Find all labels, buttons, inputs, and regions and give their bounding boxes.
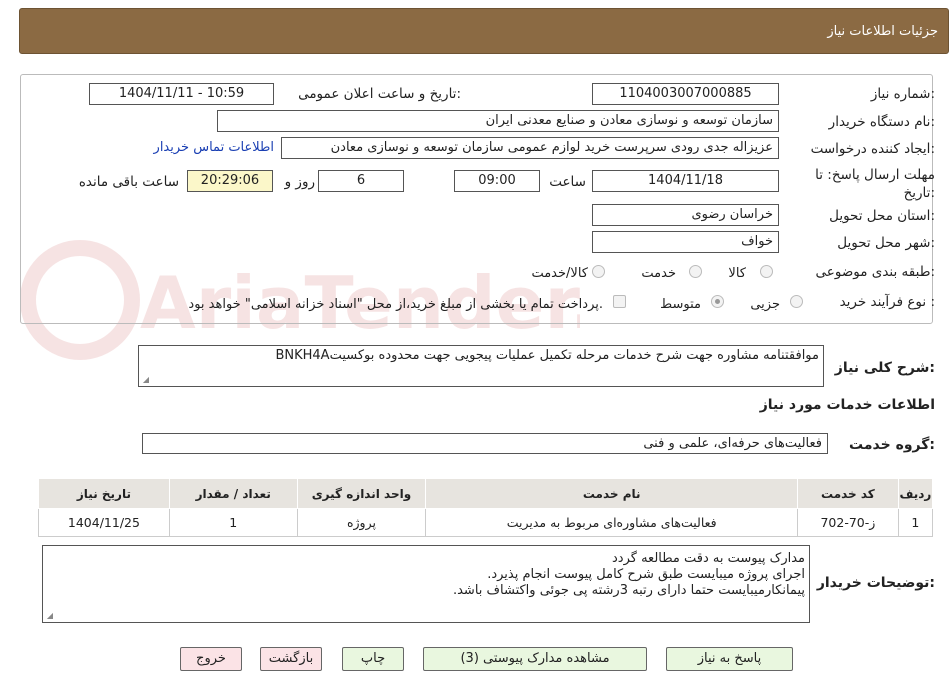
- resize-grip-icon[interactable]: ◢: [141, 376, 149, 384]
- table-row: 1 ز-70-702 فعالیت‌های مشاوره‌ای مربوط به…: [38, 508, 934, 537]
- print-button[interactable]: چاپ: [342, 647, 404, 671]
- category-option-goods-service: کالا/خدمت: [531, 266, 588, 281]
- need-number-label: شماره نیاز:: [870, 86, 935, 102]
- buyer-org-label: نام دستگاه خریدار:: [828, 114, 935, 130]
- cell-service-name: فعالیت‌های مشاوره‌ای مربوط به مدیریت: [425, 508, 799, 537]
- service-group-label: گروه خدمت:: [849, 437, 935, 453]
- remaining-time-label: ساعت باقی مانده: [78, 174, 179, 190]
- service-group-field: فعالیت‌های حرفه‌ای، علمی و فنی: [142, 433, 828, 454]
- deadline-label: مهلت ارسال پاسخ: تا تاریخ:: [815, 167, 935, 201]
- table-header-row: ردیف کد خدمت نام خدمت واحد اندازه گیری ت…: [38, 478, 934, 509]
- page-header: جزئیات اطلاعات نیاز: [19, 8, 949, 54]
- exit-button[interactable]: خروج: [180, 647, 242, 671]
- column-header: تاریخ نیاز: [38, 478, 170, 509]
- column-header: کد خدمت: [797, 478, 899, 509]
- city-field: خواف: [592, 231, 779, 253]
- summary-text: موافقتنامه مشاوره جهت شرح خدمات مرحله تک…: [275, 348, 819, 363]
- resize-grip-icon[interactable]: ◢: [45, 612, 53, 620]
- city-label: شهر محل تحویل:: [837, 235, 935, 251]
- column-header: واحد اندازه گیری: [296, 478, 427, 509]
- buyer-note-line: پیمانکارمیبایست حتما دارای رتبه 3رشته پی…: [452, 583, 805, 598]
- treasury-note: پرداخت تمام یا بخشی از مبلغ خرید،از محل …: [188, 297, 603, 312]
- deadline-date-field: 1404/11/18: [592, 170, 779, 192]
- purchase-type-radio-minor[interactable]: [790, 295, 803, 308]
- purchase-type-label: نوع فرآیند خرید :: [839, 294, 935, 310]
- column-header: تعداد / مقدار: [168, 478, 298, 509]
- deadline-time-label: ساعت: [549, 174, 586, 190]
- buyer-org-field: سازمان توسعه و نوسازی معادن و صنایع معدن…: [217, 110, 779, 132]
- buyer-contact-link[interactable]: اطلاعات تماس خریدار: [154, 140, 274, 155]
- purchase-type-radio-medium[interactable]: [711, 295, 724, 308]
- announce-date-field: 1404/11/11 - 10:59: [89, 83, 274, 105]
- services-table: ردیف کد خدمت نام خدمت واحد اندازه گیری ت…: [38, 478, 934, 537]
- requester-field: عزیزاله جدی رودی سرپرست خرید لوازم عمومی…: [281, 137, 779, 159]
- category-option-goods: کالا: [728, 266, 746, 281]
- column-header: ردیف: [897, 478, 934, 509]
- summary-label: شرح کلی نیاز:: [834, 360, 935, 376]
- cell-need-date: 1404/11/25: [38, 508, 170, 537]
- buyer-note-line: اجرای پروژه میبایست طبق شرح کامل پیوست ا…: [487, 567, 805, 582]
- requester-label: ایجاد کننده درخواست:: [810, 141, 935, 157]
- buyer-notes-textarea: مدارک پیوست به دقت مطالعه گردد اجرای پرو…: [42, 545, 810, 623]
- buyer-notes-label: توضیحات خریدار:: [816, 575, 935, 591]
- services-section-title: اطلاعات خدمات مورد نیاز: [759, 397, 935, 413]
- remaining-time-field: 20:29:06: [187, 170, 273, 192]
- cell-row-number: 1: [897, 508, 934, 537]
- buyer-note-line: مدارک پیوست به دقت مطالعه گردد: [612, 551, 805, 566]
- category-radio-goods-service[interactable]: [592, 265, 605, 278]
- cell-service-code: ز-70-702: [797, 508, 899, 537]
- treasury-checkbox[interactable]: [613, 295, 626, 308]
- purchase-type-option-medium: متوسط: [660, 297, 701, 312]
- days-label: روز و: [284, 174, 315, 190]
- back-button[interactable]: بازگشت: [260, 647, 322, 671]
- need-number-field: 1104003007000885: [592, 83, 779, 105]
- province-field: خراسان رضوی: [592, 204, 779, 226]
- days-remaining-field: 6: [318, 170, 404, 192]
- province-label: استان محل تحویل:: [829, 208, 935, 224]
- cell-quantity: 1: [168, 508, 298, 537]
- column-header: نام خدمت: [425, 478, 799, 509]
- category-option-service: خدمت: [641, 266, 676, 281]
- page-title: جزئیات اطلاعات نیاز: [827, 24, 938, 39]
- category-radio-goods[interactable]: [760, 265, 773, 278]
- deadline-time-field: 09:00: [454, 170, 540, 192]
- reply-button[interactable]: پاسخ به نیاز: [666, 647, 793, 671]
- category-label: طبقه بندی موضوعی:: [815, 264, 935, 280]
- view-attachments-button[interactable]: مشاهده مدارک پیوستی (3): [423, 647, 647, 671]
- category-radio-service[interactable]: [689, 265, 702, 278]
- purchase-type-option-minor: جزیی: [750, 297, 780, 312]
- announce-date-label: تاریخ و ساعت اعلان عمومی:: [298, 86, 461, 102]
- summary-textarea: موافقتنامه مشاوره جهت شرح خدمات مرحله تک…: [138, 345, 824, 387]
- cell-unit: پروژه: [296, 508, 427, 537]
